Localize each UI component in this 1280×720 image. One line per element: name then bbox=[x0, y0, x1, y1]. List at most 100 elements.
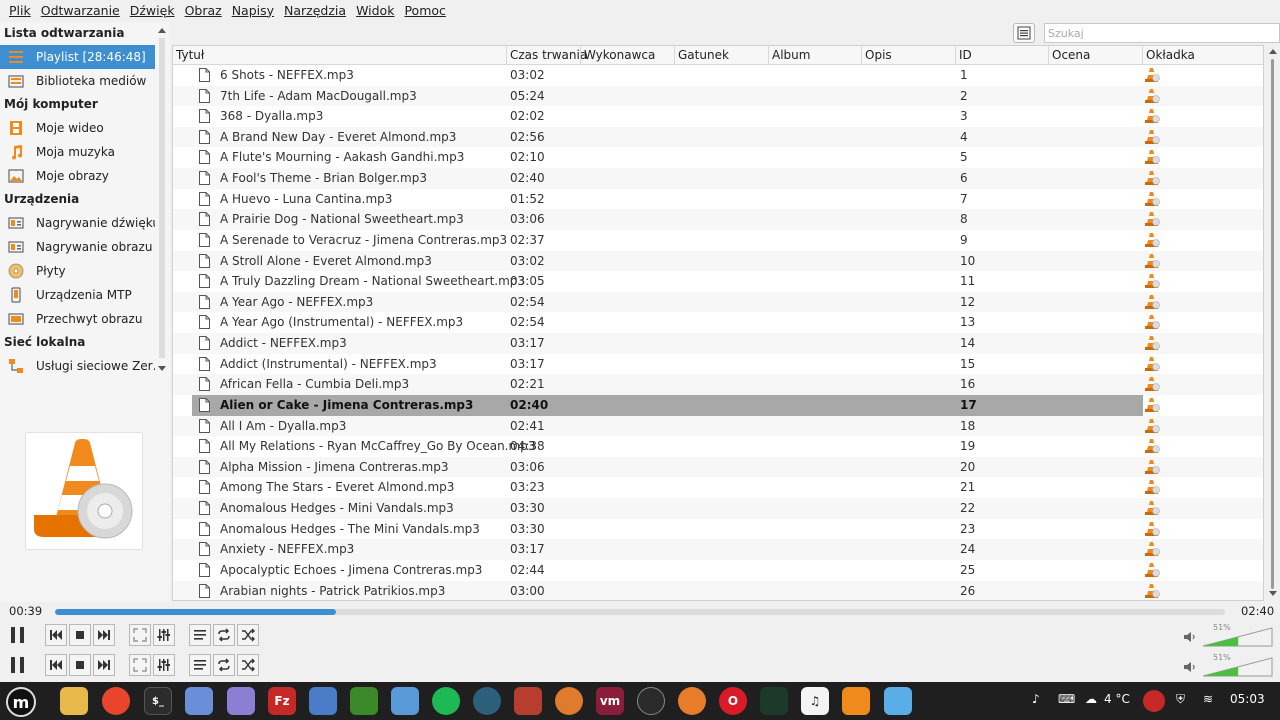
volume-slider[interactable] bbox=[1203, 627, 1273, 647]
speaker-icon[interactable] bbox=[1183, 660, 1197, 674]
music-tray-icon[interactable]: ♪ bbox=[1032, 692, 1040, 706]
toggle-playlist-button[interactable] bbox=[189, 654, 211, 676]
previous-button[interactable] bbox=[45, 624, 67, 646]
table-row[interactable]: Among The Stars - Everet Almond.mp3 03:23… bbox=[173, 477, 1263, 498]
table-row[interactable]: A Stroll Alone - Everet Almond.mp3 03:02 1… bbox=[173, 250, 1263, 272]
column-header-id[interactable]: ID bbox=[955, 46, 1048, 65]
sidebar-item-my-videos[interactable]: Moje wideo bbox=[0, 116, 155, 140]
column-header-artist[interactable]: Wykonawca bbox=[580, 46, 674, 65]
menu-file[interactable]: Plik bbox=[4, 3, 36, 18]
sidebar-item-discs[interactable]: Płyty bbox=[0, 259, 155, 283]
table-row[interactable]: Anomalous Hedges - Mini Vandals.mp3 03:30… bbox=[173, 498, 1263, 519]
pause-button[interactable] bbox=[5, 622, 31, 648]
table-row[interactable]: Apocalyptic Echoes - Jimena Contreras.mp… bbox=[173, 560, 1263, 581]
menu-video[interactable]: Obraz bbox=[180, 3, 227, 18]
speaker-icon[interactable] bbox=[1183, 630, 1197, 644]
shuffle-button[interactable] bbox=[237, 624, 259, 646]
table-row[interactable]: African Fella - Cumbia Deli.mp3 02:21 16 bbox=[173, 374, 1263, 395]
vpn-icon[interactable] bbox=[473, 687, 501, 715]
volume-slider[interactable] bbox=[1203, 657, 1273, 677]
column-header-description[interactable]: Opis bbox=[861, 46, 955, 65]
table-row[interactable]: A Year Ago (Instrumental) - NEFFEX.mp3 02… bbox=[173, 312, 1263, 333]
sidebar-item-audio-capture[interactable]: Nagrywanie dźwięku bbox=[0, 211, 155, 235]
menu-tools[interactable]: Narzędzia bbox=[279, 3, 351, 18]
scroll-track[interactable] bbox=[159, 38, 165, 358]
extended-settings-button[interactable] bbox=[153, 624, 175, 646]
table-row[interactable]: A Huevo - Luna Cantina.mp3 01:52 7 bbox=[173, 189, 1263, 210]
filezilla-icon[interactable]: Fz bbox=[268, 687, 296, 715]
scroll-thumb[interactable] bbox=[1271, 59, 1274, 589]
update-icon[interactable] bbox=[1143, 690, 1165, 712]
table-row[interactable]: Alpha Mission - Jimena Contreras.mp3 03:0… bbox=[173, 456, 1263, 478]
scroll-up-icon[interactable] bbox=[1269, 49, 1277, 54]
table-row[interactable]: A Serenade to Veracruz - Jimena Contrera… bbox=[173, 230, 1263, 251]
table-row[interactable]: Anomalous Hedges - The Mini Vandals.mp3 0… bbox=[173, 519, 1263, 540]
menu-help[interactable]: Pomoc bbox=[399, 3, 450, 18]
scroll-down-icon[interactable] bbox=[158, 366, 166, 371]
browser-icon[interactable] bbox=[391, 687, 419, 715]
table-row[interactable]: A Year Ago - NEFFEX.mp3 02:54 12 bbox=[173, 291, 1263, 313]
finder-icon[interactable] bbox=[884, 687, 912, 715]
table-row[interactable]: A Truly Dazzling Dream - National Sweeth… bbox=[173, 271, 1263, 292]
extended-settings-button[interactable] bbox=[153, 654, 175, 676]
sidebar-item-video-capture[interactable]: Nagrywanie obrazu bbox=[0, 235, 155, 259]
brick-game-icon[interactable] bbox=[514, 687, 542, 715]
firefox-icon[interactable] bbox=[102, 687, 130, 715]
spotify-icon[interactable] bbox=[432, 687, 460, 715]
table-row[interactable]: Arabian nights - Patrick Patrikios.mp3 03… bbox=[173, 580, 1263, 600]
next-button[interactable] bbox=[93, 654, 115, 676]
vm-icon[interactable]: vm bbox=[596, 687, 624, 715]
terminal-icon[interactable]: $_ bbox=[144, 687, 172, 715]
table-row[interactable]: 368 - Dyalla.mp3 02:02 3 bbox=[173, 106, 1263, 127]
steam-icon[interactable] bbox=[637, 687, 665, 715]
shuffle-button[interactable] bbox=[237, 654, 259, 676]
blender-icon[interactable] bbox=[678, 687, 706, 715]
sidebar-item-playlist[interactable]: Playlist [28:46:48] bbox=[0, 45, 155, 69]
sidebar-item-media-library[interactable]: Biblioteka mediów bbox=[0, 69, 155, 93]
toggle-playlist-button[interactable] bbox=[189, 624, 211, 646]
keyboard-tray-icon[interactable]: ⌨ bbox=[1058, 692, 1075, 706]
text-editor-icon[interactable] bbox=[227, 687, 255, 715]
table-row[interactable]: A Flute's Mourning - Aakash Gandhi.mp3 02… bbox=[173, 147, 1263, 168]
sidebar-item-my-music[interactable]: Moja muzyka bbox=[0, 140, 155, 164]
scroll-up-icon[interactable] bbox=[158, 28, 166, 33]
mail-icon[interactable] bbox=[185, 687, 213, 715]
table-row[interactable]: 7th Life - Adam MacDougall.mp3 05:24 2 bbox=[173, 85, 1263, 107]
wifi-icon[interactable]: ≋ bbox=[1203, 692, 1213, 706]
sidebar-item-network-services[interactable]: Usługi sieciowe Zer… bbox=[0, 354, 155, 378]
vlc-icon[interactable] bbox=[842, 687, 870, 715]
column-header-cover[interactable]: Okładka bbox=[1142, 46, 1263, 65]
menu-audio[interactable]: Dźwięk bbox=[125, 3, 180, 18]
previous-button[interactable] bbox=[45, 654, 67, 676]
menu-subtitles[interactable]: Napisy bbox=[227, 3, 279, 18]
opera-icon[interactable]: O bbox=[719, 687, 747, 715]
table-row[interactable]: A Brand New Day - Everet Almond.mp3 02:56… bbox=[173, 126, 1263, 148]
loop-button[interactable] bbox=[213, 654, 235, 676]
table-row[interactable]: A Prairie Dog - National Sweetheart.mp3 0… bbox=[173, 209, 1263, 230]
sidebar-item-my-pictures[interactable]: Moje obrazy bbox=[0, 164, 155, 188]
stop-button[interactable] bbox=[69, 654, 91, 676]
files-icon[interactable] bbox=[60, 687, 88, 715]
menu-view[interactable]: Widok bbox=[351, 3, 399, 18]
search-input[interactable] bbox=[1044, 23, 1280, 43]
sidebar-item-screen-capture[interactable]: Przechwyt obrazu bbox=[0, 307, 155, 331]
weather-icon[interactable]: ☁ bbox=[1085, 692, 1097, 706]
sidebar-item-mtp-devices[interactable]: Urządzenia MTP bbox=[0, 283, 155, 307]
table-row-selected[interactable]: Alien or Cake - Jimena Contreras.mp3 02:4… bbox=[173, 394, 1263, 416]
clock[interactable]: 05:03 bbox=[1230, 692, 1265, 706]
table-row[interactable]: 6 Shots - NEFFEX.mp3 03:02 1 bbox=[173, 65, 1263, 86]
table-row[interactable]: A Fool's Theme - Brian Bolger.mp3 02:40 6 bbox=[173, 168, 1263, 189]
fullscreen-button[interactable] bbox=[129, 624, 151, 646]
table-row[interactable]: Addict (Instrumental) - NEFFEX.mp3 03:17 1… bbox=[173, 354, 1263, 375]
system-monitor-icon[interactable] bbox=[760, 687, 788, 715]
column-header-album[interactable]: Album bbox=[768, 46, 861, 65]
loop-button[interactable] bbox=[213, 624, 235, 646]
shield-icon[interactable]: ⛨ bbox=[1176, 692, 1185, 707]
table-row[interactable]: All My Relations - Ryan McCaffrey_Go By … bbox=[173, 436, 1263, 457]
pause-button[interactable] bbox=[5, 652, 31, 678]
playlist-scrollbar[interactable] bbox=[1265, 45, 1280, 601]
table-row[interactable]: Addict - NEFFEX.mp3 03:17 14 bbox=[173, 333, 1263, 354]
itunes-icon[interactable]: ♫ bbox=[801, 687, 829, 715]
column-header-duration[interactable]: Czas trwania bbox=[506, 46, 587, 65]
start-menu-icon[interactable]: m bbox=[6, 687, 36, 717]
